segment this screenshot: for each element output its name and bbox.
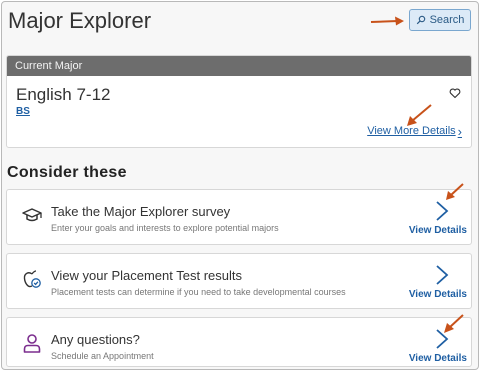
item-title: Any questions? — [51, 332, 140, 347]
view-details-link[interactable]: View Details — [409, 289, 467, 300]
item-description: Schedule an Appointment — [51, 351, 154, 361]
chevron-right-icon[interactable] — [435, 200, 449, 222]
major-degree-link[interactable]: BS — [16, 106, 30, 117]
search-button-label: Search — [429, 14, 465, 26]
consider-item-questions[interactable]: Any questions? Schedule an Appointment V… — [6, 317, 472, 367]
consider-item-survey[interactable]: Take the Major Explorer survey Enter you… — [6, 189, 472, 245]
chevron-right-icon: › — [457, 123, 462, 139]
item-description: Placement tests can determine if you nee… — [51, 287, 346, 297]
apple-check-icon — [23, 270, 41, 288]
favorite-heart-icon[interactable] — [449, 87, 461, 99]
consider-item-placement-test[interactable]: View your Placement Test results Placeme… — [6, 253, 472, 309]
view-details-link[interactable]: View Details — [409, 225, 467, 236]
annotation-arrow — [444, 314, 464, 333]
page-title: Major Explorer — [8, 8, 152, 33]
annotation-arrow — [370, 16, 404, 26]
current-major-header: Current Major — [7, 56, 471, 76]
view-details-link[interactable]: View Details — [409, 353, 467, 364]
current-major-card: Current Major English 7-12 BS View More … — [6, 55, 472, 148]
search-icon — [416, 15, 425, 25]
chevron-right-icon[interactable] — [435, 264, 449, 286]
search-button[interactable]: Search — [409, 9, 471, 31]
graduation-cap-icon — [22, 208, 42, 222]
person-icon — [23, 334, 41, 353]
item-title: Take the Major Explorer survey — [51, 204, 231, 219]
item-description: Enter your goals and interests to explor… — [51, 223, 279, 233]
major-name: English 7-12 — [16, 85, 111, 104]
item-title: View your Placement Test results — [51, 268, 242, 283]
section-title-consider: Consider these — [7, 164, 127, 181]
annotation-arrow — [446, 183, 464, 200]
annotation-arrow — [407, 104, 432, 126]
